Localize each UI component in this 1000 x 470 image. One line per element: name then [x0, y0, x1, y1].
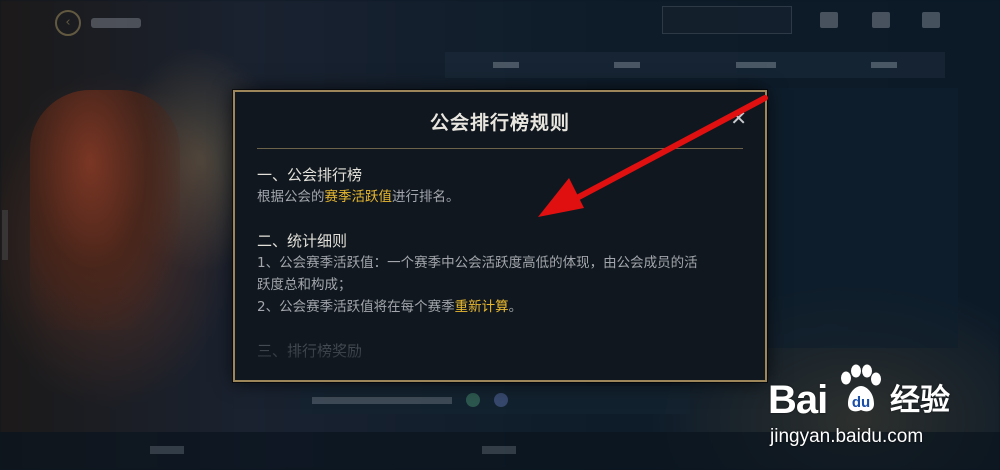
background-bar-icon	[494, 393, 508, 407]
close-icon[interactable]: ✕	[730, 107, 747, 129]
background-side-panel	[768, 88, 958, 348]
section-line: 2、公会赛季活跃值将在每个赛季重新计算。	[257, 296, 743, 318]
rules-section-statistics: 二、统计细则 1、公会赛季活跃值：一个赛季中公会活跃度高低的体现，由公会成员的活…	[257, 230, 743, 318]
back-icon: ‹	[55, 10, 81, 36]
svg-text:du: du	[852, 394, 870, 411]
rules-content[interactable]: 一、公会排行榜 根据公会的赛季活跃值进行排名。 二、统计细则 1、公会赛季活跃值…	[257, 164, 743, 380]
watermark-logo-text: Bai	[768, 378, 828, 422]
background-icon-2	[872, 12, 890, 28]
background-character-art	[30, 90, 180, 330]
background-icon-1	[820, 12, 838, 28]
background-tab-bar	[445, 52, 945, 78]
background-bottom-bar	[300, 386, 690, 414]
background-tab	[735, 62, 776, 68]
text-segment: 根据公会的	[257, 189, 325, 205]
section-line: 1、公会赛季活跃值：一个赛季中公会活跃度高低的体现，由公会成员的活	[257, 255, 698, 271]
section-heading: 三、排行榜奖励	[257, 342, 363, 360]
baidu-jingyan-watermark: Bai du 经验 jingyan.baidu.com	[768, 362, 988, 462]
paw-icon: du	[841, 364, 881, 412]
text-segment: 2、公会赛季活跃值将在每个赛季	[257, 299, 455, 315]
section-line: 根据公会的赛季活跃值进行排名。	[257, 186, 743, 208]
background-title-blur	[91, 18, 141, 28]
rules-section-ranking: 一、公会排行榜 根据公会的赛季活跃值进行排名。	[257, 164, 743, 208]
background-header: ‹	[55, 10, 141, 36]
background-footer-item	[150, 446, 184, 454]
background-search-box	[662, 6, 792, 34]
highlight-text: 赛季活跃值	[324, 189, 393, 205]
background-tab	[614, 62, 641, 68]
title-divider	[257, 148, 743, 149]
background-tab	[871, 62, 898, 68]
background-icon-3	[922, 12, 940, 28]
dialog-title: 公会排行榜规则	[429, 112, 570, 134]
text-segment: 进行排名。	[392, 189, 460, 205]
section-heading: 二、统计细则	[257, 232, 348, 250]
background-side-tag	[2, 210, 8, 260]
background-bar-text	[312, 396, 452, 404]
section-heading: 一、公会排行榜	[257, 166, 363, 184]
text-segment: 。	[508, 299, 523, 315]
background-bar-icon	[466, 393, 480, 407]
background-footer-item	[482, 446, 516, 454]
watermark-url: jingyan.baidu.com	[770, 426, 924, 447]
highlight-text: 重新计算	[454, 299, 509, 315]
background-tab	[492, 62, 519, 68]
section-line: 跃度总和构成；	[257, 277, 352, 293]
watermark-brand-text: 经验	[890, 383, 950, 418]
rules-section-rewards: 三、排行榜奖励	[257, 340, 743, 362]
guild-ranking-rules-dialog: 公会排行榜规则 ✕ 一、公会排行榜 根据公会的赛季活跃值进行排名。 二、统计细则…	[233, 90, 767, 382]
